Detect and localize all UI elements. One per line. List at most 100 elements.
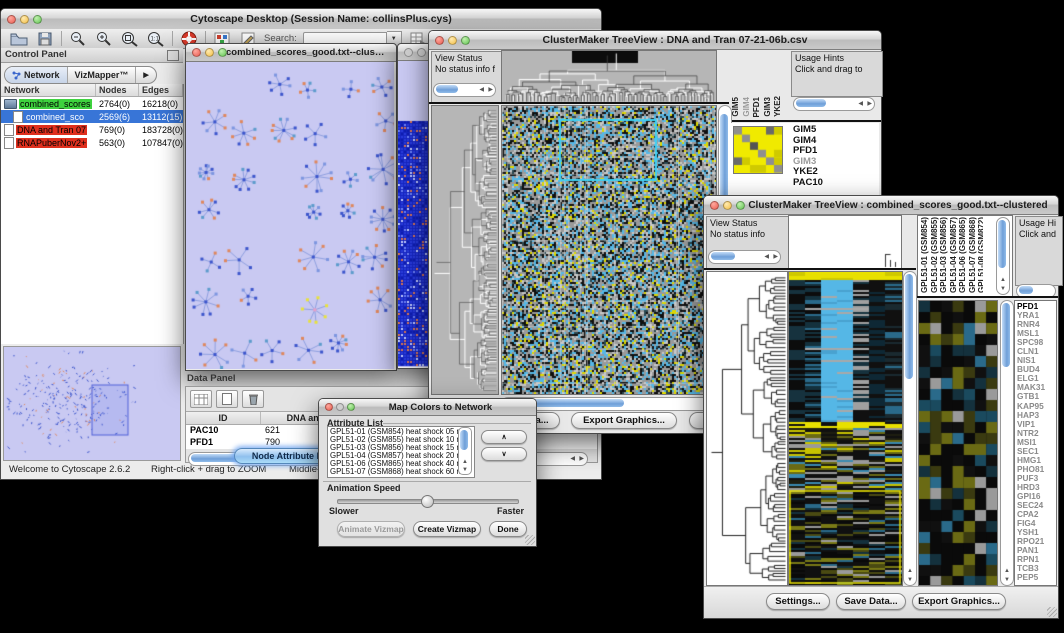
network-overview-canvas[interactable] (4, 347, 178, 458)
open-file-button[interactable] (9, 31, 29, 47)
new-attribute-icon[interactable] (216, 390, 238, 408)
heatmap-canvas[interactable] (788, 271, 903, 586)
network-overview-panel[interactable] (3, 346, 181, 461)
rotated-gene-label: PFD1 (753, 97, 762, 117)
view-status-scrollbar[interactable]: ◀ ▶ (708, 250, 781, 264)
close-icon[interactable] (404, 48, 413, 57)
attribute-select-icon[interactable] (190, 390, 212, 408)
export-graphics-button[interactable]: Export Graphics... (571, 412, 677, 429)
row-dendrogram[interactable] (706, 271, 788, 586)
rotated-gene-label: YKE2 (774, 96, 783, 117)
export-graphics-button[interactable]: Export Graphics... (912, 593, 1006, 610)
network-row[interactable]: RNAPuberNov2+ 563(0) 107847(0) (1, 136, 183, 149)
close-icon[interactable] (710, 201, 719, 210)
save-data-button[interactable]: Save Data... (836, 593, 906, 610)
network-table-header: Network Nodes Edges (1, 84, 183, 97)
resize-grip[interactable] (525, 535, 535, 545)
close-icon[interactable] (7, 15, 16, 24)
zoom-icon[interactable] (736, 201, 745, 210)
attribute-list: GPL51-01 (GSM854) heat shock 05 minGPL51… (327, 426, 475, 478)
minimize-icon[interactable] (336, 403, 344, 411)
slower-label: Slower (329, 506, 359, 516)
rotated-gene-label: GIM3 (764, 97, 773, 117)
file-icon (4, 137, 14, 149)
toolbar-separator (172, 31, 173, 46)
rotated-array-label: GPL51-01 (GSM854) (921, 217, 930, 293)
dialog-titlebar[interactable]: Map Colors to Network (319, 399, 536, 416)
usage-hints-scrollbar[interactable]: ◀ ▶ (793, 97, 875, 111)
zoom-icon[interactable] (461, 36, 470, 45)
close-icon[interactable] (192, 48, 201, 57)
treeview-combined-title: ClusterMaker TreeView : combined_scores_… (748, 200, 1048, 211)
file-icon (13, 111, 23, 123)
minimize-icon[interactable] (20, 15, 29, 24)
status-welcome: Welcome to Cytoscape 2.6.2 (9, 464, 130, 475)
column-labels-scrollbar[interactable]: ▲ ▼ (996, 217, 1010, 295)
slider-thumb[interactable] (421, 495, 434, 508)
resize-grip[interactable] (1047, 607, 1057, 617)
treeview-combined-titlebar[interactable]: ClusterMaker TreeView : combined_scores_… (704, 196, 1058, 215)
tab-network[interactable]: Network (5, 67, 68, 83)
treeview-dna-title: ClusterMaker TreeView : DNA and Tran 07-… (479, 34, 871, 46)
zoom-icon[interactable] (33, 15, 42, 24)
zoom-heatmap-canvas[interactable] (918, 300, 998, 586)
attribute-up-button[interactable]: ∧ (481, 430, 527, 444)
column-dendrogram-area[interactable] (788, 215, 902, 269)
rotated-array-label: GPL51-02 (GSM855) (931, 217, 940, 293)
save-button[interactable] (35, 31, 55, 47)
network-row[interactable]: DNA and Tran 07 769(0) 183728(0) (1, 123, 183, 136)
minimize-icon[interactable] (205, 48, 214, 57)
animate-vizmap-button[interactable]: Animate Vizmap (337, 521, 405, 537)
zoom-in-button[interactable] (94, 31, 114, 47)
control-panel-header: Control Panel (1, 48, 183, 63)
row-dendrogram[interactable] (431, 105, 499, 395)
gene-list-scrollbar[interactable]: ▲ ▼ (1000, 300, 1014, 586)
minimize-icon[interactable] (417, 48, 426, 57)
view-status-scrollbar[interactable]: ◀ ▶ (433, 83, 496, 97)
zoom-out-button[interactable] (68, 31, 88, 47)
similarity-matrix[interactable] (733, 126, 783, 174)
heatmap-vscrollbar[interactable]: ▲ ▼ (903, 271, 917, 586)
main-window-title: Cytoscape Desktop (Session Name: collins… (51, 13, 591, 25)
network-row[interactable]: combined_scores 2764(0) 16218(0) (1, 97, 183, 110)
zoom-selected-button[interactable] (120, 31, 140, 47)
gene-label: PAC10 (793, 178, 823, 189)
main-titlebar[interactable]: Cytoscape Desktop (Session Name: collins… (1, 9, 601, 30)
minimize-icon[interactable] (448, 36, 457, 45)
delete-attribute-icon[interactable] (242, 390, 264, 408)
gene-list: PFD1YRA1RNR4MSL1SPC98CLN1NIS1BUD4ELG1MAK… (1017, 302, 1055, 582)
minimize-icon[interactable] (723, 201, 732, 210)
create-vizmap-button[interactable]: Create Vizmap (413, 521, 481, 537)
attribute-down-button[interactable]: ∨ (481, 447, 527, 461)
treeview-dna-titlebar[interactable]: ClusterMaker TreeView : DNA and Tran 07-… (429, 31, 881, 50)
network-view-titlebar[interactable]: combined_scores_good.txt--cluste... (186, 44, 396, 62)
rotated-array-label: GPL51-06 (GSM865) (959, 217, 968, 293)
attribute-list-item[interactable]: GPL51-07 (GSM868) heat shock 60 min (330, 468, 472, 476)
tab-vizmapper[interactable]: VizMapper™ (68, 67, 137, 83)
column-dendrogram[interactable] (501, 50, 717, 103)
window-controls[interactable] (7, 15, 42, 24)
zoom-fit-button[interactable]: 1:1 (146, 31, 166, 47)
network-view-window: combined_scores_good.txt--cluste... (185, 43, 397, 371)
folder-icon (4, 99, 17, 109)
desktop: Cytoscape Desktop (Session Name: collins… (0, 0, 1064, 633)
zoom-icon[interactable] (218, 48, 227, 57)
network-graph-canvas[interactable] (186, 62, 394, 369)
scroll-left-icon[interactable]: ◀ (570, 456, 575, 462)
view-status-panel: View Status No status info f ◀ ▶ (431, 51, 505, 103)
heatmap-canvas[interactable] (501, 105, 717, 395)
close-icon[interactable] (325, 403, 333, 411)
scroll-right-icon[interactable]: ▶ (579, 456, 584, 462)
settings-button[interactable]: Settings... (766, 593, 830, 610)
file-icon (4, 124, 14, 136)
close-icon[interactable] (435, 36, 444, 45)
network-row-selected[interactable]: combined_sco 2569(6) 13112(15) (1, 110, 183, 123)
svg-text:1:1: 1:1 (151, 36, 160, 42)
done-button[interactable]: Done (489, 521, 527, 537)
attribute-list-scrollbar[interactable]: ▲ ▼ (458, 427, 472, 475)
network-view-title: combined_scores_good.txt--cluste... (226, 47, 386, 58)
tab-more[interactable]: ▶ (136, 67, 155, 83)
gene-label: YKE2 (793, 167, 823, 178)
zoom-icon[interactable] (347, 403, 355, 411)
float-panel-icon[interactable] (167, 50, 179, 61)
